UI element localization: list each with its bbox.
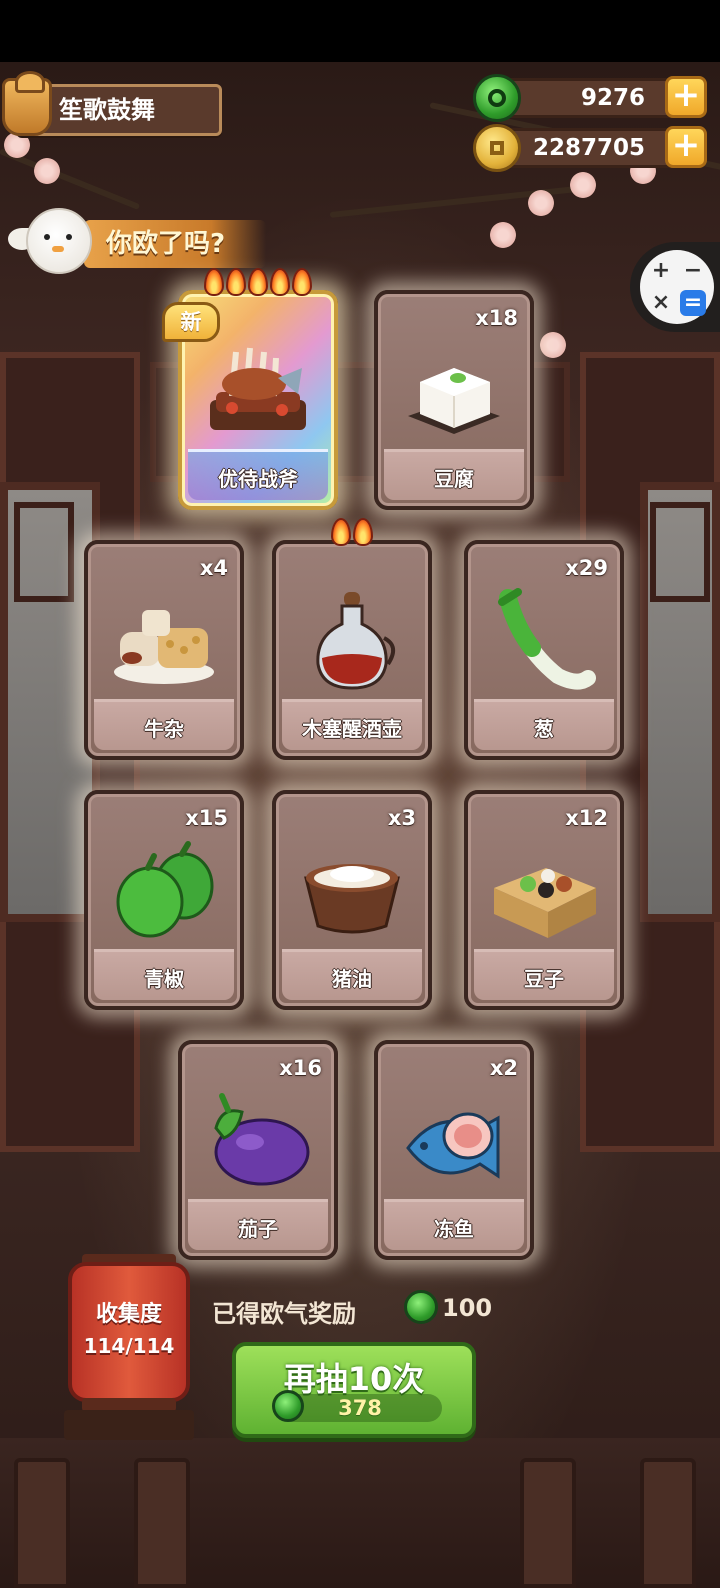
coin-amount: 2287705 bbox=[532, 135, 645, 161]
flame-icon bbox=[248, 268, 268, 296]
lantern-stand bbox=[64, 1410, 194, 1440]
card-lard[interactable]: x3 猪油 bbox=[272, 790, 432, 1010]
card-name: 青椒 bbox=[144, 967, 184, 991]
flame-icon bbox=[292, 268, 312, 296]
new-badge: 新 bbox=[162, 302, 220, 342]
draw-cost-value: 378 bbox=[338, 1396, 382, 1420]
fence-post bbox=[134, 1458, 190, 1588]
stage-title: 笙歌鼓舞 bbox=[59, 96, 155, 124]
coin-counter: 2287705 + bbox=[473, 124, 707, 172]
calc-plus: + bbox=[651, 258, 671, 283]
card-count: x2 bbox=[489, 1056, 518, 1080]
card-name: 猪油 bbox=[332, 967, 372, 991]
trophy-figure-icon bbox=[2, 71, 52, 136]
add-gems-button[interactable]: + bbox=[665, 76, 707, 118]
card-count: x18 bbox=[475, 306, 518, 330]
branch bbox=[0, 148, 141, 210]
card-name: 牛杂 bbox=[144, 717, 184, 741]
beans-icon bbox=[494, 868, 596, 938]
collection-lantern[interactable]: 收集度 114/114 bbox=[68, 1262, 190, 1402]
lard-icon bbox=[304, 864, 400, 934]
draw-cost: 378 bbox=[272, 1390, 442, 1422]
flame-icon bbox=[226, 268, 246, 296]
gem-counter: 9276 + bbox=[473, 74, 707, 122]
meat-platter-icon bbox=[210, 347, 306, 430]
jade-gem-icon bbox=[473, 74, 521, 122]
card-name: 木塞醒酒壶 bbox=[302, 717, 402, 741]
card-beans[interactable]: x12 豆子 bbox=[464, 790, 624, 1010]
card-beef-offal[interactable]: x4 牛杂 bbox=[84, 540, 244, 760]
jade-gem-icon bbox=[404, 1290, 438, 1324]
card-name: 茄子 bbox=[238, 1217, 278, 1241]
card-count: x3 bbox=[387, 806, 416, 830]
flame-icon bbox=[331, 518, 351, 546]
left-lattice bbox=[14, 502, 74, 602]
flame-icon bbox=[270, 268, 290, 296]
add-coins-button[interactable]: + bbox=[665, 126, 707, 168]
decanter-icon bbox=[316, 592, 396, 690]
card-tofu[interactable]: x18 豆腐 bbox=[374, 290, 534, 510]
reward-value: 100 bbox=[442, 1294, 493, 1322]
gem-amount: 9276 bbox=[580, 85, 645, 111]
card-name: 冻鱼 bbox=[434, 1217, 474, 1241]
blossom bbox=[34, 158, 60, 184]
blossom bbox=[570, 172, 596, 198]
draw-again-button[interactable]: 再抽10次 378 bbox=[232, 1342, 476, 1438]
fence-post bbox=[14, 1458, 70, 1588]
jade-gem-icon bbox=[272, 1390, 304, 1422]
game-stage: 笙歌鼓舞 9276 + 2287705 + + − × = 你欧了吗? 新 优待… bbox=[0, 62, 720, 1588]
card-name: 葱 bbox=[534, 717, 554, 741]
rarity-flames bbox=[182, 268, 334, 298]
luck-banner-text: 你欧了吗? bbox=[106, 229, 226, 259]
blossom bbox=[528, 190, 554, 216]
fence-post bbox=[520, 1458, 576, 1588]
green-pepper-icon bbox=[116, 841, 214, 938]
card-green-pepper[interactable]: x15 青椒 bbox=[84, 790, 244, 1010]
card-count: x29 bbox=[565, 556, 608, 580]
card-name: 豆子 bbox=[524, 967, 564, 991]
frozen-fish-icon bbox=[406, 1112, 500, 1179]
tofu-icon bbox=[408, 368, 500, 434]
card-decanter[interactable]: 木塞醒酒壶 bbox=[272, 518, 432, 760]
floor bbox=[0, 1438, 720, 1588]
calc-times: × bbox=[651, 290, 671, 315]
floating-calculator-button[interactable]: + − × = bbox=[630, 242, 720, 332]
collection-progress: 114/114 bbox=[83, 1334, 175, 1358]
calc-equals: = bbox=[680, 290, 706, 316]
card-name: 豆腐 bbox=[434, 467, 474, 491]
calc-minus: − bbox=[683, 258, 703, 283]
flame-icon bbox=[353, 518, 373, 546]
luck-banner: 你欧了吗? bbox=[84, 220, 266, 268]
flame-icon bbox=[204, 268, 224, 296]
eggplant-icon bbox=[214, 1093, 310, 1186]
calculator-icon: + − × = bbox=[640, 250, 714, 324]
card-axe-platter[interactable]: 新 优待战斧 bbox=[162, 268, 338, 510]
right-lattice bbox=[650, 502, 710, 602]
card-eggplant[interactable]: x16 茄子 bbox=[178, 1040, 338, 1260]
gold-coin-icon bbox=[473, 124, 521, 172]
card-name: 优待战斧 bbox=[218, 467, 298, 491]
card-frozen-fish[interactable]: x2 冻鱼 bbox=[374, 1040, 534, 1260]
chick-mascot-icon bbox=[26, 208, 92, 274]
card-count: x15 bbox=[185, 806, 228, 830]
rarity-flames bbox=[276, 518, 428, 548]
card-count: x12 bbox=[565, 806, 608, 830]
fence-post bbox=[640, 1458, 696, 1588]
collection-label: 收集度 bbox=[95, 1302, 162, 1327]
card-scallion[interactable]: x29 葱 bbox=[464, 540, 624, 760]
blossom bbox=[490, 222, 516, 248]
card-count: x16 bbox=[279, 1056, 322, 1080]
card-count: x4 bbox=[199, 556, 228, 580]
reward-label: 已得欧气奖励 bbox=[212, 1300, 356, 1328]
beef-offal-icon bbox=[114, 610, 214, 684]
scallion-icon bbox=[498, 588, 596, 690]
blossom bbox=[540, 332, 566, 358]
